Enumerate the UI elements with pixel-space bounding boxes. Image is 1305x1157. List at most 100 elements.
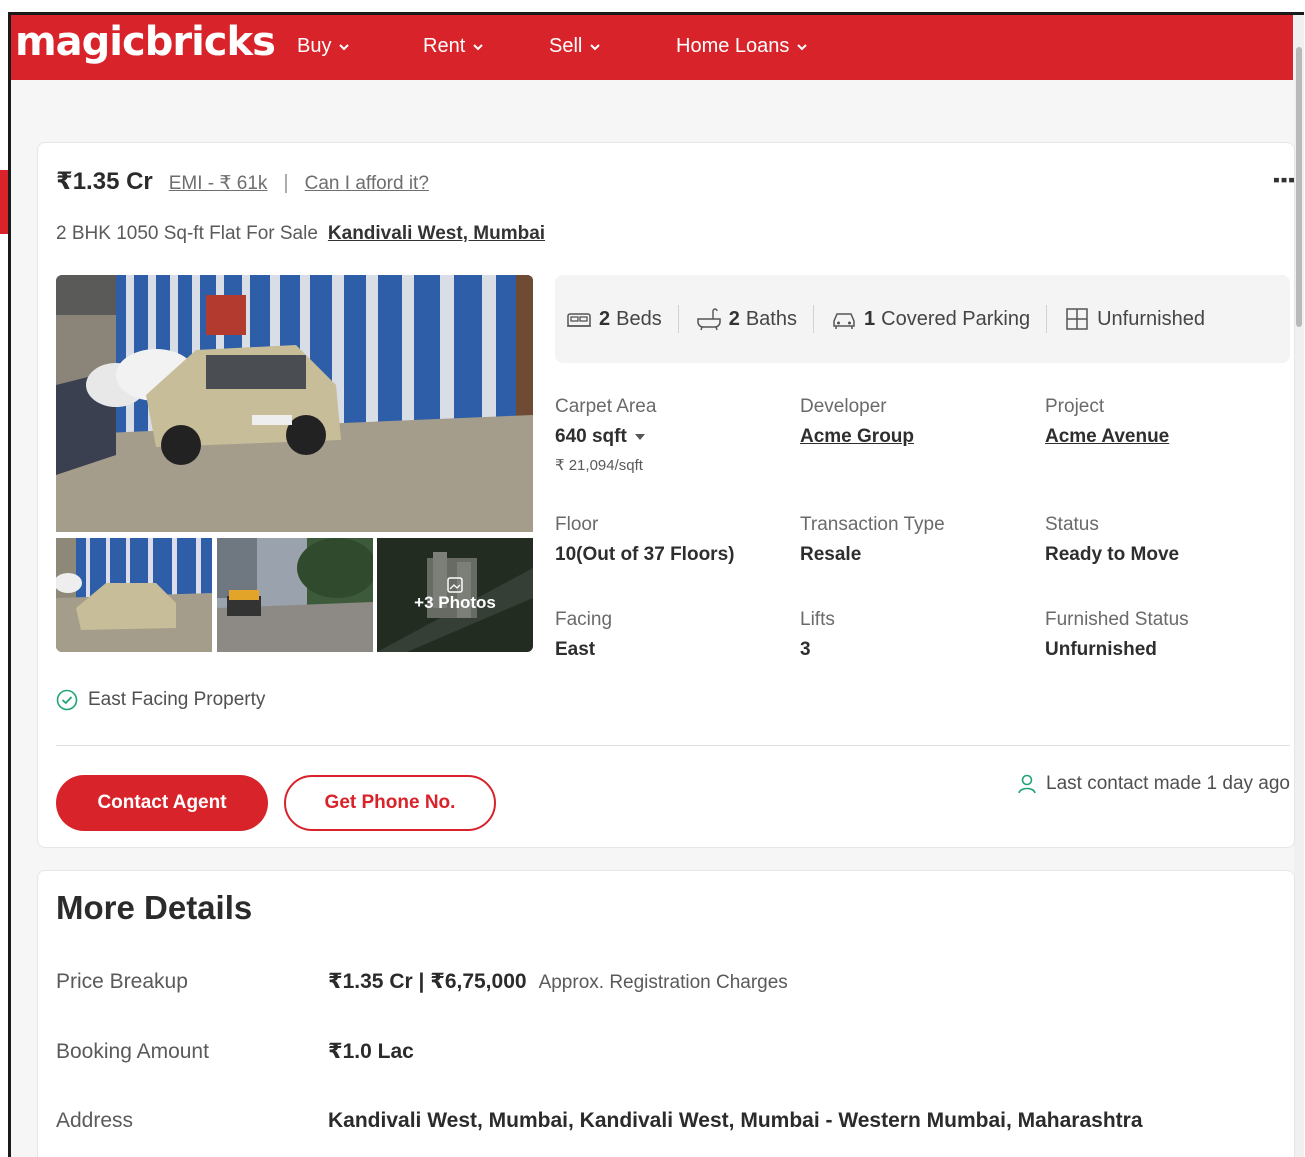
bed-icon xyxy=(567,313,591,327)
detail-lifts: Lifts 3 xyxy=(800,609,835,661)
carpet-area-value: 640 sqft xyxy=(555,426,627,447)
detail-label: Furnished Status xyxy=(1045,609,1189,630)
detail-carpet-area: Carpet Area 640 sqft ₹ 21,094/sqft xyxy=(555,396,656,474)
more-photos-overlay: +3 Photos xyxy=(377,538,533,652)
magicbricks-logo[interactable]: magicbricks xyxy=(15,19,276,65)
browser-viewport: magicbricks Buy Rent Sell Home Loans ₹1.… xyxy=(8,12,1304,1157)
detail-floor: Floor 10(Out of 37 Floors) xyxy=(555,514,734,566)
property-location-link[interactable]: Kandivali West, Mumbai xyxy=(328,223,545,245)
thumbnail-image xyxy=(217,538,373,652)
carpet-area-dropdown[interactable]: 640 sqft xyxy=(555,426,656,448)
main-property-photo[interactable] xyxy=(56,275,533,532)
developer-link[interactable]: Acme Group xyxy=(800,426,914,448)
property-title: 2 BHK 1050 Sq-ft Flat For Sale Kandivali… xyxy=(56,223,545,245)
last-contact-info: Last contact made 1 day ago xyxy=(1016,773,1290,795)
property-card: ₹1.35 Cr EMI - ₹ 61k | Can I afford it? … xyxy=(37,142,1299,848)
beds-label: Beds xyxy=(616,307,662,330)
spec-divider xyxy=(677,305,679,333)
nav-home-loans-label: Home Loans xyxy=(676,35,790,57)
chevron-down-icon xyxy=(473,43,483,50)
nav-rent[interactable]: Rent xyxy=(423,35,485,58)
baths-label: Baths xyxy=(745,307,797,330)
more-details-title: More Details xyxy=(56,889,253,926)
nav-rent-label: Rent xyxy=(423,35,466,57)
detail-developer: Developer Acme Group xyxy=(800,396,914,448)
baths-count: 2 xyxy=(728,307,740,330)
top-navigation-bar: magicbricks Buy Rent Sell Home Loans xyxy=(11,15,1293,80)
price-row: ₹1.35 Cr EMI - ₹ 61k | Can I afford it? xyxy=(56,167,429,196)
spec-parking: 1 Covered Parking xyxy=(830,305,1046,333)
separator: | xyxy=(283,172,289,194)
detail-value: East xyxy=(555,639,596,660)
booking-amount-value: ₹1.0 Lac xyxy=(328,1040,414,1063)
address-value: Kandivali West, Mumbai, Kandivali West, … xyxy=(328,1109,1143,1132)
nav-sell[interactable]: Sell xyxy=(549,35,602,58)
user-icon xyxy=(1018,774,1036,794)
parking-count: 1 xyxy=(864,307,876,330)
row-label: Price Breakup xyxy=(56,970,188,993)
beds-count: 2 xyxy=(599,307,611,330)
bathtub-icon xyxy=(696,308,721,331)
photo-thumbnail-more[interactable]: +3 Photos xyxy=(377,538,533,652)
emi-link[interactable]: EMI - ₹ 61k xyxy=(169,172,268,195)
photo-thumbnail-1[interactable] xyxy=(56,538,212,652)
more-details-card: More Details Price Breakup ₹1.35 Cr | ₹6… xyxy=(37,870,1295,1157)
afford-link[interactable]: Can I afford it? xyxy=(305,173,429,195)
detail-facing: Facing East xyxy=(555,609,612,661)
more-photos-label: +3 Photos xyxy=(414,593,496,612)
price-breakup-value: ₹1.35 Cr | ₹6,75,000 xyxy=(328,970,527,993)
property-price: ₹1.35 Cr xyxy=(56,168,153,195)
chevron-down-icon xyxy=(339,43,350,50)
detail-value: Ready to Move xyxy=(1045,544,1180,565)
row-label: Booking Amount xyxy=(56,1040,209,1063)
detail-value: 3 xyxy=(800,639,811,660)
section-divider xyxy=(56,745,1290,746)
photo-icon xyxy=(447,577,463,593)
detail-label: Status xyxy=(1045,514,1099,535)
furnishing-label: Unfurnished xyxy=(1097,307,1205,330)
price-per-sqft: ₹ 21,094/sqft xyxy=(555,457,643,474)
feature-label: East Facing Property xyxy=(88,689,266,710)
detail-label: Floor xyxy=(555,514,599,535)
property-type: 2 BHK 1050 Sq-ft Flat For Sale xyxy=(56,223,318,244)
nav-home-loans[interactable]: Home Loans xyxy=(676,35,809,58)
detail-project: Project Acme Avenue xyxy=(1045,396,1169,448)
detail-label: Developer xyxy=(800,396,887,417)
detail-label: Transaction Type xyxy=(800,514,945,535)
parking-label: Covered Parking xyxy=(881,307,1031,330)
detail-label: Carpet Area xyxy=(555,396,657,417)
detail-value: Unfurnished xyxy=(1045,639,1157,660)
address-row: Address Kandivali West, Mumbai, Kandival… xyxy=(56,1109,1143,1133)
car-icon xyxy=(833,313,855,329)
detail-status: Status Ready to Move xyxy=(1045,514,1179,566)
last-contact-text: Last contact made 1 day ago xyxy=(1046,773,1290,794)
nav-buy[interactable]: Buy xyxy=(297,35,351,58)
nav-buy-label: Buy xyxy=(297,35,332,57)
chevron-down-icon xyxy=(590,43,601,50)
registration-note: Approx. Registration Charges xyxy=(538,972,788,993)
check-circle-icon xyxy=(56,689,78,711)
detail-transaction-type: Transaction Type Resale xyxy=(800,514,945,566)
spec-furnishing: Unfurnished xyxy=(1063,305,1221,333)
more-options-icon[interactable]: ⋮ xyxy=(1269,167,1299,193)
detail-value: 10(Out of 37 Floors) xyxy=(555,544,735,565)
detail-value: Resale xyxy=(800,544,862,565)
thumbnail-image xyxy=(56,538,212,652)
caret-down-icon xyxy=(634,433,645,440)
detail-label: Project xyxy=(1045,396,1105,417)
detail-furnished-status: Furnished Status Unfurnished xyxy=(1045,609,1189,661)
booking-amount-row: Booking Amount ₹1.0 Lac xyxy=(56,1039,414,1064)
spec-divider xyxy=(1046,305,1048,333)
row-label: Address xyxy=(56,1109,134,1132)
spec-divider xyxy=(813,305,814,333)
price-breakup-row: Price Breakup ₹1.35 Cr | ₹6,75,000 Appro… xyxy=(56,969,788,994)
nav-sell-label: Sell xyxy=(549,35,583,57)
project-link[interactable]: Acme Avenue xyxy=(1045,426,1169,448)
photo-thumbnail-2[interactable] xyxy=(217,538,373,652)
specs-summary: 2 Beds 2 Baths 1 Covered Parking Unfurni… xyxy=(555,275,1290,363)
background-window-edge xyxy=(0,170,8,234)
spec-baths: 2 Baths xyxy=(695,305,813,333)
get-phone-button[interactable]: Get Phone No. xyxy=(284,775,496,831)
detail-label: Facing xyxy=(555,609,613,630)
contact-agent-button[interactable]: Contact Agent xyxy=(56,775,268,831)
